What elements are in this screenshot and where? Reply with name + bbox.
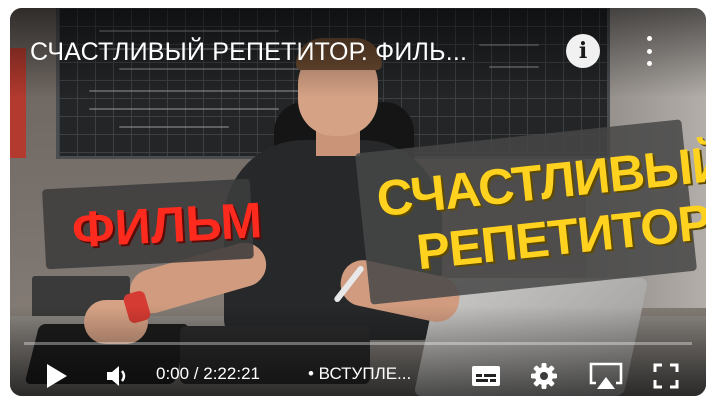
video-player[interactable]: ФИЛЬМ СЧАСТЛИВЫЙ РЕПЕТИТОР СЧАСТЛИВЫЙ РЕ… bbox=[10, 8, 706, 396]
settings-button[interactable] bbox=[528, 360, 560, 392]
more-vert-icon bbox=[646, 36, 652, 41]
progress-bar[interactable] bbox=[24, 342, 692, 345]
play-button[interactable] bbox=[40, 360, 72, 392]
play-icon bbox=[47, 364, 67, 388]
mute-button[interactable] bbox=[102, 362, 132, 390]
thumbnail-caption-film: ФИЛЬМ bbox=[70, 192, 264, 258]
subtitles-button[interactable] bbox=[468, 360, 504, 392]
volume-icon bbox=[107, 366, 126, 386]
fullscreen-button[interactable] bbox=[650, 360, 682, 392]
video-title[interactable]: СЧАСТЛИВЫЙ РЕПЕТИТОР. ФИЛЬ... bbox=[30, 38, 467, 67]
airplay-icon bbox=[589, 362, 623, 389]
more-options-button[interactable] bbox=[640, 32, 658, 70]
gear-icon bbox=[531, 363, 557, 389]
airplay-button[interactable] bbox=[586, 360, 626, 392]
subtitles-icon bbox=[472, 366, 500, 386]
fullscreen-icon bbox=[653, 363, 679, 389]
time-display: 0:00 / 2:22:21 bbox=[156, 364, 260, 383]
info-button[interactable]: i bbox=[566, 34, 600, 68]
info-icon: i bbox=[578, 38, 588, 64]
chapter-title[interactable]: • ВСТУПЛЕ... bbox=[308, 364, 411, 384]
